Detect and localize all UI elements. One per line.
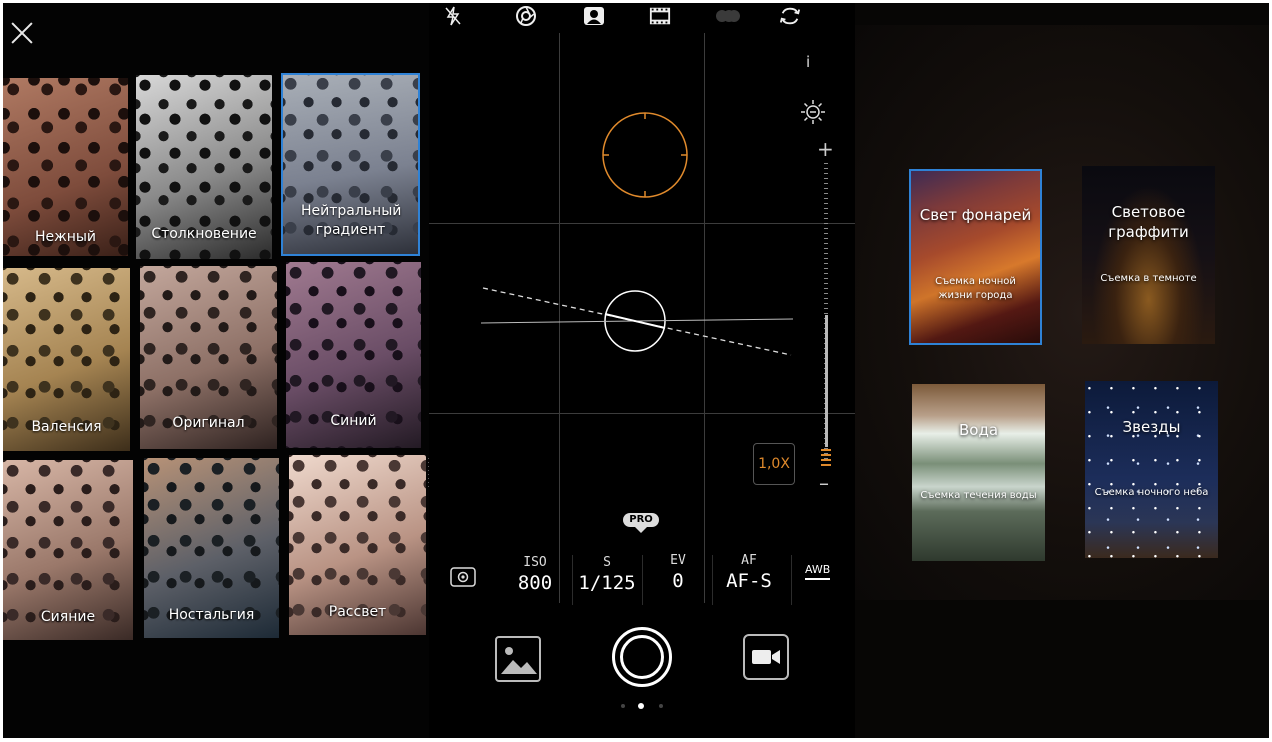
iso-key: ISO xyxy=(523,555,547,570)
page-dot[interactable] xyxy=(659,704,663,708)
filter-label: Рассвет xyxy=(328,604,387,620)
divider xyxy=(572,555,573,605)
mode-card-selected[interactable]: Свет фонарей Съемка ночной жизни города xyxy=(909,169,1042,345)
zoom-button[interactable]: 1,0X xyxy=(753,443,795,485)
metering-icon[interactable] xyxy=(450,567,476,587)
filter-label: Нежный xyxy=(34,229,97,245)
exposure-plus-icon[interactable]: + xyxy=(817,137,834,161)
capture-bar xyxy=(429,606,855,738)
filter-tile[interactable]: Сияние xyxy=(3,460,133,640)
filter-label: Ностальгия xyxy=(168,607,255,623)
film-icon[interactable] xyxy=(649,5,671,27)
filter-tile[interactable]: Оригинал xyxy=(140,266,277,449)
camera-panel: i + – 1,0X PRO ISO 800 S 1/125 EV 0 AF A… xyxy=(429,3,855,738)
shutter-value: 1/125 xyxy=(578,572,636,594)
ev-value: 0 xyxy=(672,570,684,592)
mode-title: Свет фонарей xyxy=(919,206,1032,224)
af-param[interactable]: AF AF-S xyxy=(717,553,781,593)
video-mode-button[interactable] xyxy=(743,634,789,680)
mode-title: Вода xyxy=(958,421,999,439)
image-icon xyxy=(501,647,537,674)
mode-card[interactable]: Вода Съемка течения воды xyxy=(912,384,1045,561)
page-dot-active[interactable] xyxy=(638,703,644,709)
flash-off-icon[interactable] xyxy=(442,5,464,27)
divider xyxy=(791,555,792,605)
filter-tile[interactable]: Столкновение xyxy=(136,75,272,259)
mode-title: Световое граффити xyxy=(1108,203,1189,241)
white-balance-button[interactable]: AWB xyxy=(805,563,831,580)
divider xyxy=(642,555,643,605)
screen-frame: Нежный Столкновение Нейтральный градиент… xyxy=(3,3,1269,738)
page-dot[interactable] xyxy=(621,704,625,708)
toggle-icon[interactable] xyxy=(713,5,743,27)
filter-tile-selected[interactable]: Нейтральный градиент xyxy=(281,73,420,256)
filter-tile[interactable]: Синий xyxy=(286,262,421,448)
pro-mode-button[interactable]: PRO xyxy=(623,513,659,527)
modes-panel: Свет фонарей Съемка ночной жизни города … xyxy=(855,3,1269,738)
focus-circle xyxy=(602,112,688,198)
exposure-minus-icon[interactable]: – xyxy=(819,471,829,495)
filter-tile[interactable]: Рассвет xyxy=(289,455,426,635)
filter-tile[interactable]: Нежный xyxy=(3,78,128,256)
mode-card[interactable]: Световое граффити Съемка в темноте xyxy=(1082,166,1215,344)
filter-label: Сияние xyxy=(40,609,96,625)
shutter-key: S xyxy=(603,555,611,570)
aperture-icon[interactable] xyxy=(515,5,537,27)
mode-title: Звезды xyxy=(1122,418,1181,436)
filters-panel: Нежный Столкновение Нейтральный градиент… xyxy=(3,3,429,738)
chevron-down-icon[interactable] xyxy=(635,527,647,533)
filter-label: Столкновение xyxy=(151,226,257,242)
exposure-slider-knob[interactable] xyxy=(821,449,831,467)
exposure-slider-fill xyxy=(825,315,828,447)
ev-param[interactable]: EV 0 xyxy=(653,553,703,593)
filter-label: Оригинал xyxy=(172,415,245,431)
mode-subtitle: Съемка течения воды xyxy=(920,490,1037,501)
filter-label: Валенсия xyxy=(31,419,102,435)
exposure-icon[interactable] xyxy=(800,99,826,125)
page-indicator xyxy=(617,702,667,710)
portrait-icon[interactable] xyxy=(583,5,605,27)
mode-card[interactable]: Звезды Съемка ночного неба xyxy=(1085,381,1218,558)
divider xyxy=(712,555,713,605)
af-value: AF-S xyxy=(726,570,772,592)
filter-tile[interactable]: Валенсия xyxy=(3,268,130,451)
filter-label: Синий xyxy=(330,413,377,429)
video-camera-icon xyxy=(752,650,780,664)
filter-tile[interactable]: Ностальгия xyxy=(144,458,279,638)
switch-camera-icon[interactable] xyxy=(779,5,801,27)
close-icon[interactable] xyxy=(11,22,33,44)
filter-label: Нейтральный градиент xyxy=(301,203,402,238)
iso-value: 800 xyxy=(517,572,553,594)
shutter-button[interactable] xyxy=(612,627,672,687)
mode-subtitle: Съемка в темноте xyxy=(1100,273,1197,284)
mode-subtitle: Съемка ночной жизни города xyxy=(935,276,1016,301)
gallery-thumbnail[interactable] xyxy=(495,636,541,682)
shutter-param[interactable]: S 1/125 xyxy=(575,555,639,595)
camera-top-bar xyxy=(429,3,855,33)
mode-subtitle: Съемка ночного неба xyxy=(1094,487,1209,498)
info-icon[interactable]: i xyxy=(806,53,810,71)
iso-param[interactable]: ISO 800 xyxy=(507,555,563,595)
ev-key: EV xyxy=(670,553,686,568)
af-key: AF xyxy=(741,553,757,568)
